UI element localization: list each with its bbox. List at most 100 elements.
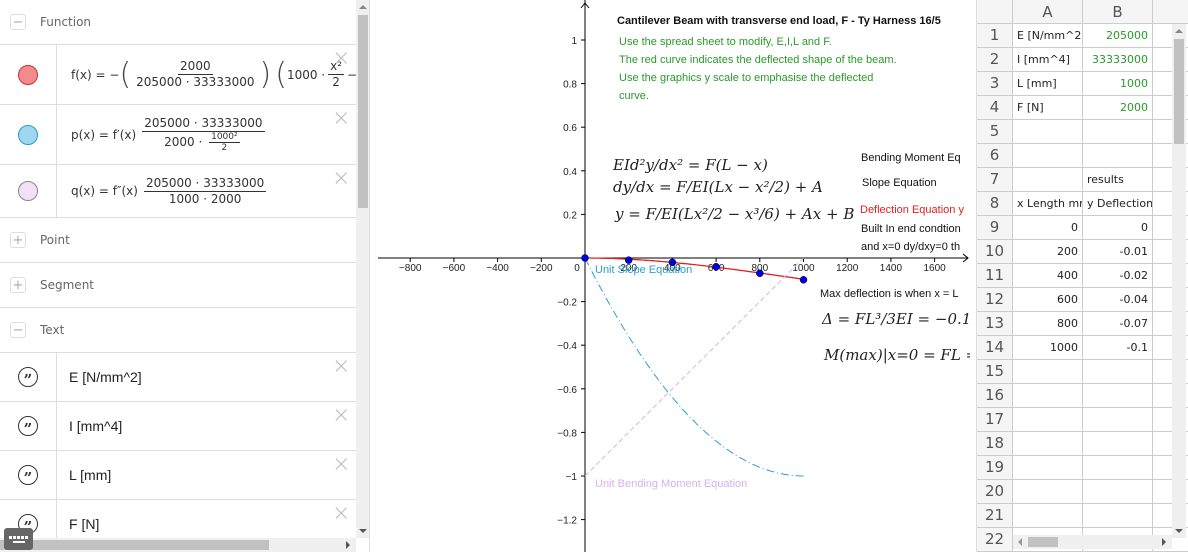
- delete-icon[interactable]: ×: [332, 356, 350, 378]
- delete-icon[interactable]: ×: [332, 108, 350, 130]
- row-header[interactable]: 3: [977, 72, 1013, 95]
- cell-a7[interactable]: [1013, 168, 1083, 191]
- cell-a1[interactable]: E [N/mm^2]: [1013, 24, 1083, 47]
- text-value[interactable]: E [N/mm^2]: [57, 353, 356, 401]
- visibility-toggle[interactable]: [0, 165, 57, 217]
- scrollbar-thumb[interactable]: [358, 15, 368, 208]
- scroll-up-icon[interactable]: [1175, 29, 1183, 33]
- row-header[interactable]: 20: [977, 480, 1013, 503]
- delete-icon[interactable]: ×: [332, 48, 350, 70]
- text-value[interactable]: F [N]: [57, 500, 356, 538]
- visibility-toggle[interactable]: [0, 45, 57, 104]
- cell-b6[interactable]: [1083, 144, 1153, 167]
- cell-a3[interactable]: L [mm]: [1013, 72, 1083, 95]
- column-header-a[interactable]: A: [1013, 0, 1083, 23]
- visibility-toggle[interactable]: ”: [0, 451, 57, 499]
- color-dot-q[interactable]: [18, 181, 38, 201]
- cell-a2[interactable]: I [mm^4]: [1013, 48, 1083, 71]
- scroll-left-icon[interactable]: [1018, 538, 1022, 546]
- function-definition-p[interactable]: p(x) = f′(x) 205000 · 33333000 2000 · 10…: [57, 105, 356, 164]
- text-value[interactable]: I [mm^4]: [57, 402, 356, 450]
- cell-a20[interactable]: [1013, 480, 1083, 503]
- cell-b10[interactable]: -0.01: [1083, 240, 1153, 263]
- delete-icon[interactable]: ×: [332, 405, 350, 427]
- row-header[interactable]: 6: [977, 144, 1013, 167]
- cell-a18[interactable]: [1013, 432, 1083, 455]
- cell-b14[interactable]: -0.1: [1083, 336, 1153, 359]
- cell-b12[interactable]: -0.04: [1083, 288, 1153, 311]
- row-header[interactable]: 13: [977, 312, 1013, 335]
- row-header[interactable]: 4: [977, 96, 1013, 119]
- scroll-right-icon[interactable]: [346, 541, 350, 549]
- algebra-horizontal-scrollbar[interactable]: [0, 538, 356, 552]
- row-header[interactable]: 21: [977, 504, 1013, 527]
- cell-a17[interactable]: [1013, 408, 1083, 431]
- cell-b2[interactable]: 33333000: [1083, 48, 1153, 71]
- algebra-text-item[interactable]: ” L [mm] ×: [0, 451, 356, 500]
- row-header[interactable]: 19: [977, 456, 1013, 479]
- row-header[interactable]: 15: [977, 360, 1013, 383]
- cell-a13[interactable]: 800: [1013, 312, 1083, 335]
- cell-b8[interactable]: y Deflection: [1083, 192, 1153, 215]
- scroll-up-icon[interactable]: [359, 5, 367, 9]
- cell-a12[interactable]: 600: [1013, 288, 1083, 311]
- cell-a4[interactable]: F [N]: [1013, 96, 1083, 119]
- quote-icon[interactable]: ”: [18, 465, 38, 485]
- scrollbar-thumb[interactable]: [0, 540, 269, 550]
- row-header[interactable]: 12: [977, 288, 1013, 311]
- delete-icon[interactable]: ×: [332, 454, 350, 476]
- cell-a10[interactable]: 200: [1013, 240, 1083, 263]
- spreadsheet-vertical-scrollbar[interactable]: [1172, 24, 1186, 538]
- visibility-toggle[interactable]: ”: [0, 402, 57, 450]
- graphics-view[interactable]: −800−600−400−200020040060080010001200140…: [378, 0, 970, 552]
- expand-toggle[interactable]: +: [10, 277, 26, 293]
- row-header[interactable]: 18: [977, 432, 1013, 455]
- group-point[interactable]: + Point: [0, 218, 356, 263]
- cell-a11[interactable]: 400: [1013, 264, 1083, 287]
- expand-toggle[interactable]: +: [10, 232, 26, 248]
- cell-b18[interactable]: [1083, 432, 1153, 455]
- color-dot-f[interactable]: [18, 64, 38, 85]
- cell-a9[interactable]: 0: [1013, 216, 1083, 239]
- cell-b9[interactable]: 0: [1083, 216, 1153, 239]
- function-definition-q[interactable]: q(x) = f″(x) 205000 · 33333000 1000 · 20…: [57, 165, 356, 217]
- cell-b11[interactable]: -0.02: [1083, 264, 1153, 287]
- text-value[interactable]: L [mm]: [57, 451, 356, 499]
- cell-b13[interactable]: -0.07: [1083, 312, 1153, 335]
- color-dot-p[interactable]: [18, 124, 38, 145]
- row-header[interactable]: 5: [977, 120, 1013, 143]
- scroll-down-icon[interactable]: [359, 529, 367, 533]
- cell-a6[interactable]: [1013, 144, 1083, 167]
- collapse-toggle[interactable]: −: [10, 14, 26, 30]
- cell-a19[interactable]: [1013, 456, 1083, 479]
- algebra-text-item[interactable]: ” I [mm^4] ×: [0, 402, 356, 451]
- delete-icon[interactable]: ×: [332, 503, 350, 525]
- scrollbar-thumb[interactable]: [1028, 537, 1058, 547]
- cell-b1[interactable]: 205000: [1083, 24, 1153, 47]
- collapse-toggle[interactable]: −: [10, 322, 26, 338]
- cell-a14[interactable]: 1000: [1013, 336, 1083, 359]
- visibility-toggle[interactable]: ”: [0, 353, 57, 401]
- cell-a8[interactable]: x Length mm: [1013, 192, 1083, 215]
- group-text[interactable]: − Text: [0, 308, 356, 353]
- delete-icon[interactable]: ×: [332, 168, 350, 190]
- cell-a21[interactable]: [1013, 504, 1083, 527]
- algebra-vertical-scrollbar[interactable]: [356, 0, 369, 538]
- corner-cell[interactable]: [977, 0, 1013, 23]
- row-header[interactable]: 9: [977, 216, 1013, 239]
- algebra-item-q[interactable]: q(x) = f″(x) 205000 · 33333000 1000 · 20…: [0, 165, 356, 218]
- algebra-text-item[interactable]: ” F [N] ×: [0, 500, 356, 538]
- spreadsheet-horizontal-scrollbar[interactable]: [1013, 535, 1172, 549]
- group-segment[interactable]: + Segment: [0, 263, 356, 308]
- row-header[interactable]: 1: [977, 24, 1013, 47]
- row-header[interactable]: 10: [977, 240, 1013, 263]
- cell-b4[interactable]: 2000: [1083, 96, 1153, 119]
- function-definition-f[interactable]: f(x) = − ( 2000 205000 · 33333000 ) ( 10…: [57, 45, 356, 104]
- algebra-text-item[interactable]: ” E [N/mm^2] ×: [0, 353, 356, 402]
- cell-b7[interactable]: results: [1083, 168, 1153, 191]
- cell-b5[interactable]: [1083, 120, 1153, 143]
- column-header-b[interactable]: B: [1083, 0, 1153, 23]
- row-header[interactable]: 22: [977, 528, 1013, 551]
- cell-b15[interactable]: [1083, 360, 1153, 383]
- keyboard-icon[interactable]: [4, 528, 33, 550]
